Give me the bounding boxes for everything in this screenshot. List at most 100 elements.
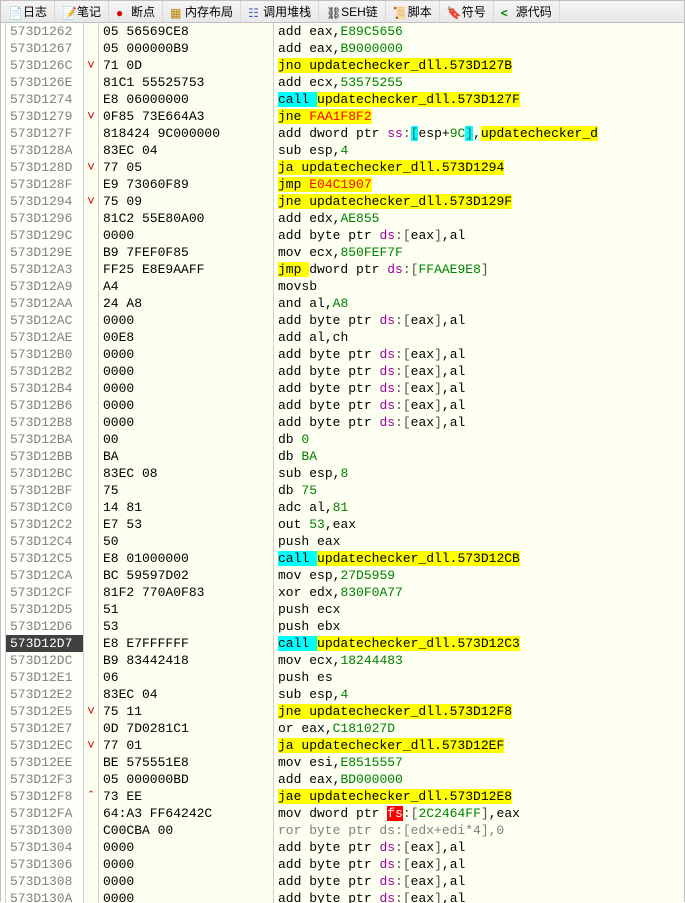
disasm-token: sub <box>278 466 309 481</box>
disasm-row[interactable]: 573D12AC0000add byte ptr ds:[eax],al <box>1 312 684 329</box>
disasm-token: : <box>395 874 403 889</box>
toolbar-note-button[interactable]: 📝笔记 <box>55 1 109 22</box>
disasm-token: , <box>442 347 450 362</box>
bytes-cell: 75 <box>99 482 274 499</box>
disasm-row[interactable]: 573D12B00000add byte ptr ds:[eax],al <box>1 346 684 363</box>
toolbar-src-button[interactable]: < >源代码 <box>494 1 560 22</box>
disasm-token: add <box>278 381 309 396</box>
disasm-row[interactable]: 573D1294˅75 09jne updatechecker_dll.573D… <box>1 193 684 210</box>
toolbar-log-button[interactable]: 📄日志 <box>1 1 55 22</box>
disasm-row[interactable]: 573D12E106push es <box>1 669 684 686</box>
disasm-token: eax <box>497 806 520 821</box>
disasm-token: add <box>278 347 309 362</box>
disasm-row[interactable]: 573D12B40000add byte ptr ds:[eax],al <box>1 380 684 397</box>
disasm-row[interactable]: 573D12F305 000000BDadd eax,BD000000 <box>1 771 684 788</box>
disasm-row[interactable]: 573D129EB9 7FEF0F85mov ecx,850FEF7F <box>1 244 684 261</box>
jump-arrow-gutter <box>84 771 99 788</box>
jump-arrow-gutter <box>84 856 99 873</box>
address-cell: 573D12F8 <box>6 788 84 805</box>
disasm-row[interactable]: 573D12C5E8 01000000call updatechecker_dl… <box>1 550 684 567</box>
disasm-row[interactable]: 573D12F8ˆ73 EEjae updatechecker_dll.573D… <box>1 788 684 805</box>
disasm-row[interactable]: 573D1279˅0F85 73E664A3jne FAA1F8F2 <box>1 108 684 125</box>
disasm-row[interactable]: 573D12EEBE 575551E8mov esi,E8515557 <box>1 754 684 771</box>
disasm-row[interactable]: 573D12BBBAdb BA <box>1 448 684 465</box>
disasm-row[interactable]: 573D12D551push ecx <box>1 601 684 618</box>
disasm-row[interactable]: 573D12E283EC 04sub esp,4 <box>1 686 684 703</box>
disasm-cell: add al,ch <box>274 329 684 346</box>
disasm-token: 75 <box>301 483 317 498</box>
disasm-row[interactable]: 573D12DCB9 83442418mov ecx,18244483 <box>1 652 684 669</box>
disasm-token: C181027D <box>333 721 395 736</box>
disasm-row[interactable]: 573D12C450push eax <box>1 533 684 550</box>
disasm-row[interactable]: 573D126205 56569CE8add eax,E89C5656 <box>1 23 684 40</box>
disasm-token: al <box>309 330 325 345</box>
disasm-row[interactable]: 573D13040000add byte ptr ds:[eax],al <box>1 839 684 856</box>
disasm-row[interactable]: 573D12B60000add byte ptr ds:[eax],al <box>1 397 684 414</box>
disasm-token: al <box>450 313 466 328</box>
disasm-row[interactable]: 573D13080000add byte ptr ds:[eax],al <box>1 873 684 890</box>
disasm-row[interactable]: 573D12A3FF25 E8E9AAFFjmp dword ptr ds:[F… <box>1 261 684 278</box>
toolbar-bp-button[interactable]: ●断点 <box>109 1 163 22</box>
disasm-token: ] <box>481 262 489 277</box>
disasm-row[interactable]: 573D12D7E8 E7FFFFFFcall updatechecker_dl… <box>1 635 684 652</box>
disasm-row[interactable]: 573D127F818424 9C000000add dword ptr ss:… <box>1 125 684 142</box>
disasm-token: db <box>278 432 301 447</box>
disasm-token: ecx <box>309 245 332 260</box>
disasm-token: , <box>442 415 450 430</box>
disasm-token: : <box>395 891 403 903</box>
disasm-token: , <box>325 330 333 345</box>
disasm-row[interactable]: 573D130A0000add byte ptr ds:[eax],al <box>1 890 684 903</box>
toolbar-sym-button[interactable]: 🔖符号 <box>440 1 494 22</box>
jump-arrow-gutter <box>84 686 99 703</box>
disasm-row[interactable]: 573D128D˅77 05ja updatechecker_dll.573D1… <box>1 159 684 176</box>
toolbar-seh-button[interactable]: ⛓SEH链 <box>319 1 386 22</box>
disassembly-view[interactable]: 573D126205 56569CE8add eax,E89C5656573D1… <box>1 23 684 903</box>
address-cell: 573D12C2 <box>6 516 84 533</box>
disasm-row[interactable]: 573D12BA00db 0 <box>1 431 684 448</box>
disasm-row[interactable]: 573D1300C00CBA 00ror byte ptr ds:[edx+ed… <box>1 822 684 839</box>
disasm-cell: jno updatechecker_dll.573D127B <box>274 57 684 74</box>
disasm-row[interactable]: 573D12B20000add byte ptr ds:[eax],al <box>1 363 684 380</box>
disasm-row[interactable]: 573D126705 000000B9add eax,B9000000 <box>1 40 684 57</box>
disasm-row[interactable]: 573D129681C2 55E80A00add edx,AE855 <box>1 210 684 227</box>
disasm-row[interactable]: 573D12BC83EC 08sub esp,8 <box>1 465 684 482</box>
disasm-row[interactable]: 573D12BF75db 75 <box>1 482 684 499</box>
disasm-token: updatechecker_dll.573D129F <box>309 194 512 209</box>
disasm-row[interactable]: 573D12E70D 7D0281C1or eax,C181027D <box>1 720 684 737</box>
disasm-row[interactable]: 573D12B80000add byte ptr ds:[eax],al <box>1 414 684 431</box>
disasm-row[interactable]: 573D12EC˅77 01ja updatechecker_dll.573D1… <box>1 737 684 754</box>
disasm-row[interactable]: 573D12AE00E8add al,ch <box>1 329 684 346</box>
toolbar-mem-button[interactable]: ▦内存布局 <box>163 1 241 22</box>
disasm-token: 8 <box>340 466 348 481</box>
address-cell: 573D12E2 <box>6 686 84 703</box>
disasm-row[interactable]: 573D13060000add byte ptr ds:[eax],al <box>1 856 684 873</box>
address-cell: 573D12D6 <box>6 618 84 635</box>
disasm-row[interactable]: 573D126E81C1 55525753add ecx,53575255 <box>1 74 684 91</box>
disasm-row[interactable]: 573D12AA24 A8and al,A8 <box>1 295 684 312</box>
disasm-cell: add byte ptr ds:[eax],al <box>274 397 684 414</box>
disasm-row[interactable]: 573D12CABC 59597D02mov esp,27D5959 <box>1 567 684 584</box>
disasm-row[interactable]: 573D126C˅71 0Djno updatechecker_dll.573D… <box>1 57 684 74</box>
disasm-row[interactable]: 573D12CF81F2 770A0F83xor edx,830F0A77 <box>1 584 684 601</box>
bytes-cell: 0000 <box>99 380 274 397</box>
disasm-row[interactable]: 573D129C0000add byte ptr ds:[eax],al <box>1 227 684 244</box>
address-cell: 573D12BA <box>6 431 84 448</box>
toolbar-script-button[interactable]: 📜脚本 <box>386 1 440 22</box>
disasm-row[interactable]: 573D12A9A4movsb <box>1 278 684 295</box>
jump-arrow-gutter <box>84 397 99 414</box>
disasm-row[interactable]: 573D12D653push ebx <box>1 618 684 635</box>
disasm-row[interactable]: 573D1274E8 06000000call updatechecker_dl… <box>1 91 684 108</box>
disasm-row[interactable]: 573D128FE9 73060F89jmp E04C1907 <box>1 176 684 193</box>
disasm-token: movsb <box>278 279 325 294</box>
disasm-token: 850FEF7F <box>340 245 402 260</box>
jump-arrow-gutter <box>84 499 99 516</box>
toolbar-stack-button[interactable]: ☷调用堆栈 <box>241 1 319 22</box>
disasm-token: db <box>278 483 301 498</box>
disasm-token: mov <box>278 245 309 260</box>
disasm-row[interactable]: 573D12C014 81adc al,81 <box>1 499 684 516</box>
disasm-token: : <box>403 262 411 277</box>
disasm-row[interactable]: 573D12C2E7 53out 53,eax <box>1 516 684 533</box>
disasm-row[interactable]: 573D12E5˅75 11jne updatechecker_dll.573D… <box>1 703 684 720</box>
disasm-row[interactable]: 573D128A83EC 04sub esp,4 <box>1 142 684 159</box>
disasm-row[interactable]: 573D12FA64:A3 FF64242Cmov dword ptr fs:[… <box>1 805 684 822</box>
